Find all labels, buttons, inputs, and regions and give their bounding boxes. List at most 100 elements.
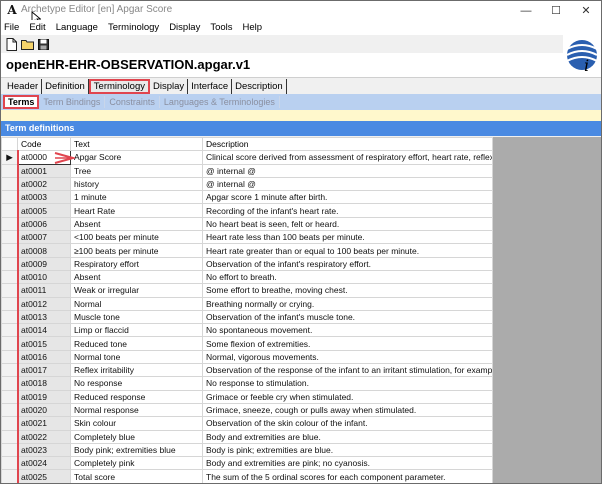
save-disk-icon[interactable] [36, 37, 50, 51]
table-row[interactable]: at0020 Normal response Grimace, sneeze, co… [1, 402, 493, 418]
table-row[interactable]: at0025 Total score The sum of the 5 ordina… [1, 469, 493, 483]
cell-text[interactable]: Reflex irritability [70, 363, 203, 378]
subtab-constraints[interactable]: Constraints [105, 96, 160, 108]
row-selector[interactable] [1, 216, 18, 232]
cell-code[interactable]: at0022 [17, 429, 71, 444]
cell-code[interactable]: at0025 [17, 469, 71, 483]
cell-text[interactable]: No response [70, 376, 203, 391]
cell-description[interactable]: @ internal @ [202, 176, 493, 192]
menu-edit[interactable]: Edit [29, 22, 45, 33]
cell-description[interactable]: No spontaneous movement. [202, 323, 493, 338]
table-row[interactable]: at0006 Absent No heart beat is seen, felt … [1, 216, 493, 232]
cell-text[interactable]: Reduced tone [70, 336, 203, 351]
cell-text[interactable]: <100 beats per minute [70, 230, 203, 245]
cell-text[interactable]: Respiratory effort [70, 256, 203, 271]
cell-text[interactable]: Limp or flaccid [70, 323, 203, 338]
cell-description[interactable]: Grimace or feeble cry when stimulated. [202, 389, 493, 404]
row-selector[interactable] [1, 283, 18, 298]
table-row[interactable]: at0021 Skin colour Observation of the skin… [1, 416, 493, 431]
tab-terminology[interactable]: Terminology [88, 79, 150, 94]
table-row[interactable]: at0017 Reflex irritability Observation of … [1, 363, 493, 378]
cell-code[interactable]: at0005 [17, 203, 71, 218]
cell-code[interactable]: at0018 [17, 376, 71, 391]
table-row[interactable]: at0022 Completely blue Body and extremitie… [1, 429, 493, 444]
cell-description[interactable]: Apgar score 1 minute after birth. [202, 190, 493, 205]
row-selector[interactable] [1, 176, 18, 192]
cell-description[interactable]: @ internal @ [202, 163, 493, 178]
table-row[interactable]: at0007 <100 beats per minute Heart rate le… [1, 230, 493, 245]
row-selector[interactable] [1, 416, 18, 431]
cell-description[interactable]: Grimace, sneeze, cough or pulls away whe… [202, 402, 493, 418]
table-row[interactable]: at0015 Reduced tone Some flexion of extrem… [1, 336, 493, 351]
tab-interface[interactable]: Interface [188, 79, 233, 94]
cell-text[interactable]: Reduced response [70, 389, 203, 404]
cell-text[interactable]: Weak or irregular [70, 283, 203, 298]
cell-text[interactable]: Muscle tone [70, 309, 203, 325]
cell-description[interactable]: Heart rate greater than or equal to 100 … [202, 243, 493, 258]
cell-text[interactable]: history [70, 176, 203, 192]
cell-code[interactable]: at0009 [17, 256, 71, 271]
cell-text[interactable]: Normal response [70, 402, 203, 418]
row-selector[interactable] [1, 389, 18, 404]
cell-text[interactable]: Skin colour [70, 416, 203, 431]
table-row[interactable]: at0018 No response No response to stimulat… [1, 376, 493, 391]
table-row[interactable]: at0010 Absent No effort to breath. [1, 269, 493, 285]
row-selector[interactable] [1, 442, 18, 458]
cell-code[interactable]: at0011 [17, 283, 71, 298]
column-header-text[interactable]: Text [70, 137, 203, 152]
column-header-description[interactable]: Description [202, 137, 493, 152]
cell-code[interactable]: at0001 [17, 163, 71, 178]
row-selector[interactable] [1, 309, 18, 325]
cell-description[interactable]: No effort to breath. [202, 269, 493, 285]
row-selector[interactable] [1, 230, 18, 245]
row-selector[interactable] [1, 323, 18, 338]
cell-description[interactable]: The sum of the 5 ordinal scores for each… [202, 469, 493, 483]
tab-definition[interactable]: Definition [42, 79, 89, 94]
cell-description[interactable]: No response to stimulation. [202, 376, 493, 391]
cell-description[interactable]: Some effort to breathe, moving chest. [202, 283, 493, 298]
cell-text[interactable]: Heart Rate [70, 203, 203, 218]
table-row[interactable]: at0001 Tree @ internal @ [1, 163, 493, 178]
table-row[interactable]: at0012 Normal Breathing normally or crying… [1, 296, 493, 311]
cell-code[interactable]: at0008 [17, 243, 71, 258]
tab-description[interactable]: Description [232, 79, 287, 94]
cell-text[interactable]: Tree [70, 163, 203, 178]
cell-description[interactable]: Observation of the response of the infan… [202, 363, 493, 378]
cell-code[interactable]: at0017 [17, 363, 71, 378]
cell-code[interactable]: at0003 [17, 190, 71, 205]
menu-language[interactable]: Language [56, 22, 98, 33]
cell-code[interactable]: at0014 [17, 323, 71, 338]
row-selector[interactable] [1, 296, 18, 311]
table-row[interactable]: at0013 Muscle tone Observation of the infa… [1, 309, 493, 325]
menu-display[interactable]: Display [169, 22, 200, 33]
table-row[interactable]: at0011 Weak or irregular Some effort to br… [1, 283, 493, 298]
cell-code[interactable]: at0015 [17, 336, 71, 351]
tab-header[interactable]: Header [4, 79, 43, 94]
cell-description[interactable]: Breathing normally or crying. [202, 296, 493, 311]
row-selector[interactable] [1, 269, 18, 285]
cell-code[interactable]: at0012 [17, 296, 71, 311]
cell-description[interactable]: Observation of the infant's muscle tone. [202, 309, 493, 325]
cell-text[interactable]: Normal tone [70, 349, 203, 365]
cell-text[interactable]: Absent [70, 216, 203, 232]
maximize-button[interactable]: ☐ [541, 1, 571, 20]
cell-code[interactable]: at0016 [17, 349, 71, 365]
cell-text[interactable]: Completely blue [70, 429, 203, 444]
cell-code[interactable]: at0013 [17, 309, 71, 325]
cell-code[interactable]: at0006 [17, 216, 71, 232]
table-row[interactable]: at0016 Normal tone Normal, vigorous moveme… [1, 349, 493, 365]
row-selector[interactable]: ▶ [1, 150, 18, 165]
row-selector[interactable] [1, 256, 18, 271]
column-header-code[interactable]: Code [17, 137, 71, 152]
cell-code[interactable]: at0020 [17, 402, 71, 418]
cell-text[interactable]: Normal [70, 296, 203, 311]
row-selector[interactable] [1, 163, 18, 178]
cell-text[interactable]: ≥100 beats per minute [70, 243, 203, 258]
tab-display[interactable]: Display [150, 79, 189, 94]
cell-description[interactable]: Body and extremities are blue. [202, 429, 493, 444]
row-selector[interactable] [1, 336, 18, 351]
subtab-terms[interactable]: Terms [3, 95, 40, 109]
table-row[interactable]: ▶ at0000 Apgar Score Clinical score derived… [1, 150, 493, 165]
cell-text[interactable]: Completely pink [70, 456, 203, 471]
row-selector[interactable] [1, 429, 18, 444]
